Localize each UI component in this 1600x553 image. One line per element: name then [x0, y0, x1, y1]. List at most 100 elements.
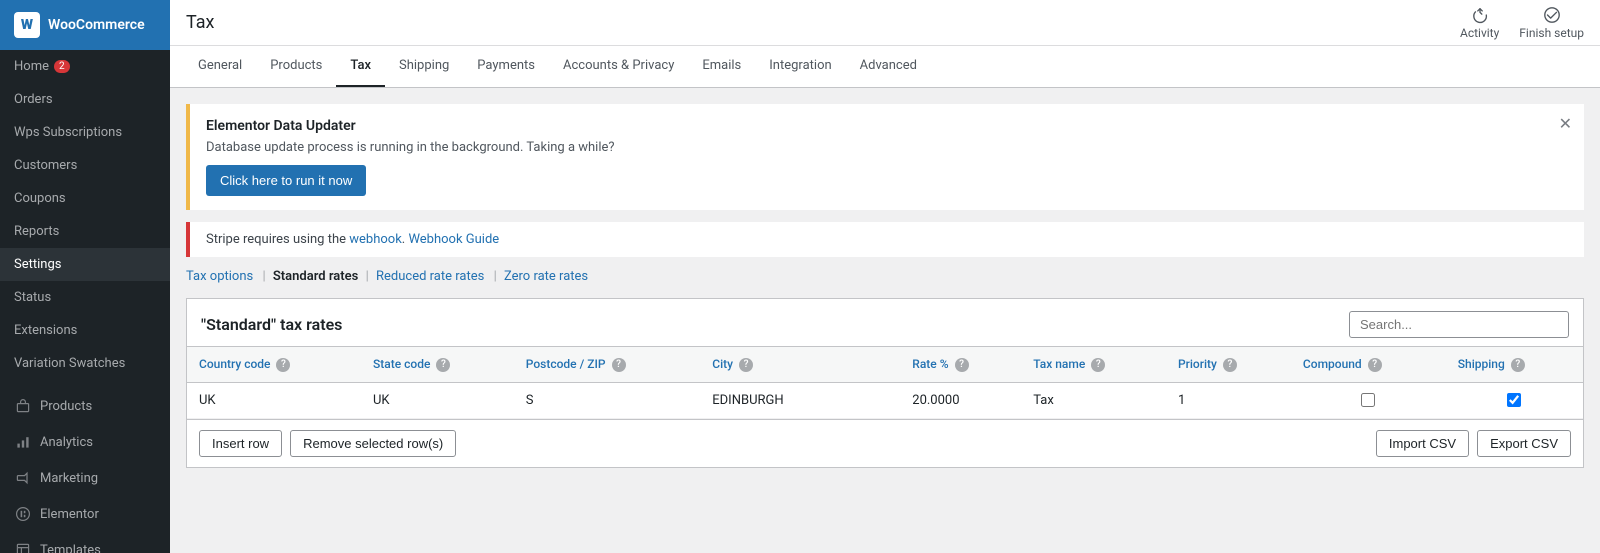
woocommerce-logo-icon: W	[14, 12, 40, 38]
cell-shipping	[1446, 382, 1583, 418]
col-tax-name: Tax name ?	[1021, 347, 1166, 383]
footer-left-actions: Insert row Remove selected row(s)	[199, 430, 456, 457]
zero-rate-link[interactable]: Zero rate rates	[504, 269, 588, 284]
cell-city: EDINBURGH	[700, 382, 900, 418]
insert-row-button[interactable]: Insert row	[199, 430, 282, 457]
finish-setup-label: Finish setup	[1519, 26, 1584, 40]
tax-rates-table: Country code ? State code ? Postcode / Z…	[187, 346, 1583, 419]
sidebar-logo[interactable]: W WooCommerce	[0, 0, 170, 50]
sidebar-item-orders-label: Orders	[14, 92, 53, 107]
tab-advanced[interactable]: Advanced	[846, 46, 931, 87]
reduced-rate-link[interactable]: Reduced rate rates	[376, 269, 484, 284]
compound-help-icon[interactable]: ?	[1368, 358, 1382, 372]
sidebar-group-templates-label: Templates	[40, 543, 101, 553]
sidebar-item-extensions-label: Extensions	[14, 323, 77, 338]
layout-icon	[14, 541, 32, 553]
sidebar-group-marketing[interactable]: Marketing	[0, 460, 170, 496]
tax-name-help-icon[interactable]: ?	[1091, 358, 1105, 372]
home-badge: 2	[54, 60, 70, 73]
finish-setup-icon	[1543, 6, 1561, 24]
col-shipping: Shipping ?	[1446, 347, 1583, 383]
sidebar-item-status[interactable]: Status	[0, 281, 170, 314]
tab-payments[interactable]: Payments	[463, 46, 549, 87]
state-code-help-icon[interactable]: ?	[436, 358, 450, 372]
sidebar-item-reports[interactable]: Reports	[0, 215, 170, 248]
cell-state-code: UK	[361, 382, 514, 418]
search-input[interactable]	[1349, 311, 1569, 338]
sidebar-item-wps-subscriptions[interactable]: Wps Subscriptions	[0, 116, 170, 149]
sidebar-group-marketing-label: Marketing	[40, 471, 98, 486]
sidebar-group-products[interactable]: Products	[0, 388, 170, 424]
compound-checkbox-container	[1303, 393, 1434, 407]
export-csv-button[interactable]: Export CSV	[1477, 430, 1571, 457]
chart-icon	[14, 433, 32, 451]
cell-country-code: UK	[187, 382, 361, 418]
elementor-icon	[14, 505, 32, 523]
sidebar-item-home[interactable]: Home 2	[0, 50, 170, 83]
cell-rate-pct: 20.0000	[900, 382, 1021, 418]
sidebar-item-settings-label: Settings	[14, 257, 61, 272]
remove-selected-button[interactable]: Remove selected row(s)	[290, 430, 456, 457]
col-state-code: State code ?	[361, 347, 514, 383]
finish-setup-button[interactable]: Finish setup	[1519, 6, 1584, 40]
elementor-notice-close[interactable]: ✕	[1559, 114, 1572, 134]
tax-options-link[interactable]: Tax options	[186, 269, 253, 284]
sidebar-item-customers-label: Customers	[14, 158, 77, 173]
sidebar-item-customers[interactable]: Customers	[0, 149, 170, 182]
country-code-help-icon[interactable]: ?	[276, 358, 290, 372]
col-priority: Priority ?	[1166, 347, 1291, 383]
elementor-notice-title: Elementor Data Updater	[206, 118, 1568, 134]
standard-rates-active: Standard rates	[273, 269, 358, 284]
postcode-zip-help-icon[interactable]: ?	[612, 358, 626, 372]
sidebar-item-reports-label: Reports	[14, 224, 59, 239]
sidebar-item-coupons[interactable]: Coupons	[0, 182, 170, 215]
sidebar-brand-label: WooCommerce	[48, 17, 145, 33]
table-row: UK UK S EDINBURGH 20.0000 Tax 1	[187, 382, 1583, 418]
footer-right-actions: Import CSV Export CSV	[1376, 430, 1571, 457]
activity-button[interactable]: Activity	[1460, 6, 1499, 40]
elementor-run-button[interactable]: Click here to run it now	[206, 165, 366, 196]
cell-priority: 1	[1166, 382, 1291, 418]
import-csv-button[interactable]: Import CSV	[1376, 430, 1469, 457]
city-help-icon[interactable]: ?	[739, 358, 753, 372]
stripe-webhook-guide-link[interactable]: Webhook Guide	[408, 232, 499, 247]
tab-integration[interactable]: Integration	[755, 46, 845, 87]
tab-general[interactable]: General	[184, 46, 256, 87]
elementor-notice-description: Database update process is running in th…	[206, 140, 1568, 155]
sidebar-group-elementor-label: Elementor	[40, 507, 99, 522]
tab-tax[interactable]: Tax	[336, 46, 385, 87]
sidebar-item-wps-label: Wps Subscriptions	[14, 125, 122, 140]
stripe-webhook-link[interactable]: webhook	[349, 232, 402, 247]
sidebar-item-coupons-label: Coupons	[14, 191, 66, 206]
sidebar-group-analytics[interactable]: Analytics	[0, 424, 170, 460]
col-city: City ?	[700, 347, 900, 383]
sidebar-item-status-label: Status	[14, 290, 51, 305]
sidebar-item-settings[interactable]: Settings	[0, 248, 170, 281]
shipping-checkbox-container	[1458, 393, 1571, 407]
activity-icon	[1471, 6, 1489, 24]
content-area: ✕ Elementor Data Updater Database update…	[170, 88, 1600, 553]
shipping-help-icon[interactable]: ?	[1511, 358, 1525, 372]
tab-accounts-privacy[interactable]: Accounts & Privacy	[549, 46, 688, 87]
rate-pct-help-icon[interactable]: ?	[955, 358, 969, 372]
sidebar-group-elementor[interactable]: Elementor	[0, 496, 170, 532]
sidebar-group-templates[interactable]: Templates	[0, 532, 170, 553]
main-area: Tax Activity Finish setup General Pro	[170, 0, 1600, 553]
sidebar-item-home-label: Home	[14, 59, 49, 74]
tab-shipping[interactable]: Shipping	[385, 46, 463, 87]
tab-products[interactable]: Products	[256, 46, 336, 87]
sidebar-item-variation-swatches-label: Variation Swatches	[14, 356, 125, 371]
compound-checkbox[interactable]	[1361, 393, 1375, 407]
sidebar-item-variation-swatches[interactable]: Variation Swatches	[0, 347, 170, 380]
col-compound: Compound ?	[1291, 347, 1446, 383]
cell-compound	[1291, 382, 1446, 418]
tax-nav: Tax options | Standard rates | Reduced r…	[186, 269, 1584, 284]
priority-help-icon[interactable]: ?	[1223, 358, 1237, 372]
shipping-checkbox[interactable]	[1507, 393, 1521, 407]
cell-tax-name: Tax	[1021, 382, 1166, 418]
col-country-code: Country code ?	[187, 347, 361, 383]
tab-emails[interactable]: Emails	[688, 46, 755, 87]
sidebar-item-orders[interactable]: Orders	[0, 83, 170, 116]
sidebar-group-products-label: Products	[40, 399, 92, 414]
sidebar-item-extensions[interactable]: Extensions	[0, 314, 170, 347]
